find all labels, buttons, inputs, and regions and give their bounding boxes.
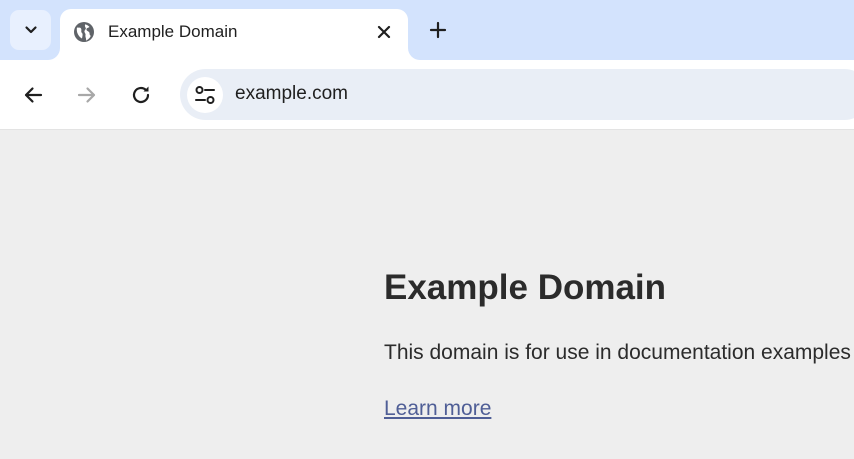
address-bar[interactable]: example.com	[180, 69, 854, 120]
tab-strip: Example Domain	[0, 0, 854, 60]
site-info-button[interactable]	[187, 77, 223, 113]
close-icon	[377, 25, 391, 39]
forward-button[interactable]	[74, 82, 100, 108]
back-button[interactable]	[20, 82, 46, 108]
page-paragraph: This domain is for use in documentation …	[384, 341, 854, 364]
tune-icon	[195, 86, 215, 104]
page-content: Example Domain This domain is for use in…	[0, 130, 854, 459]
tab-title: Example Domain	[108, 22, 238, 41]
reload-button[interactable]	[128, 82, 154, 108]
reload-icon	[132, 86, 150, 104]
chevron-down-icon	[24, 26, 37, 34]
url-text[interactable]: example.com	[235, 83, 348, 105]
tab-example-domain[interactable]: Example Domain	[60, 9, 408, 60]
arrow-left-icon	[24, 87, 43, 103]
tab-close-button[interactable]	[373, 21, 395, 43]
tab-search-button[interactable]	[10, 10, 51, 50]
page-heading: Example Domain	[384, 268, 667, 307]
browser-toolbar: example.com	[0, 60, 854, 130]
globe-icon	[74, 22, 94, 42]
learn-more-link[interactable]: Learn more	[384, 395, 491, 423]
new-tab-button[interactable]	[424, 16, 452, 44]
plus-icon	[429, 21, 447, 39]
arrow-right-icon	[77, 87, 96, 103]
